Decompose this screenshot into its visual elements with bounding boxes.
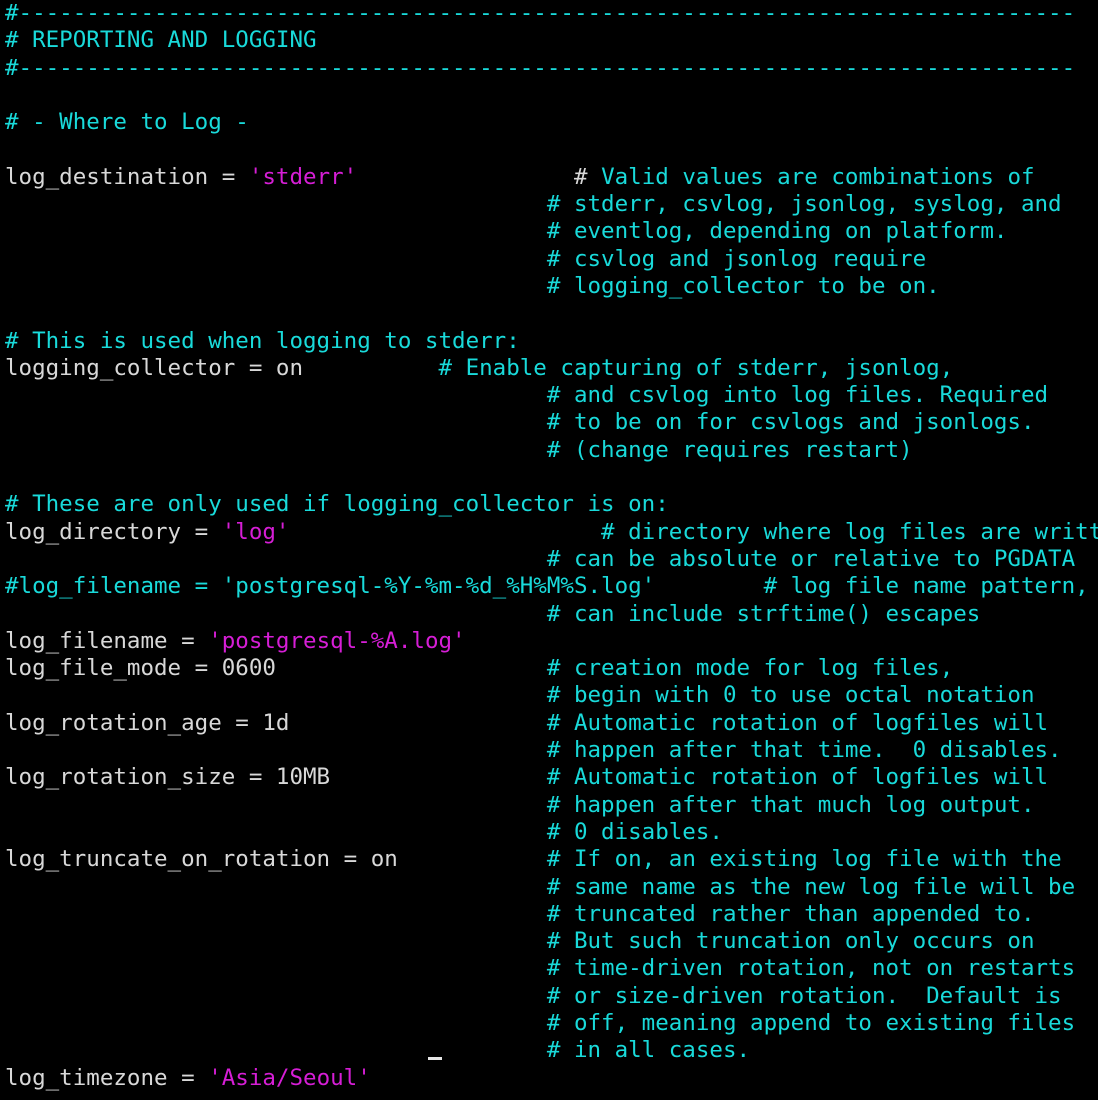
line-segment-comment: # Automatic rotation of logfiles will (546, 709, 1049, 736)
terminal-editor[interactable]: #---------------------------------------… (0, 0, 1098, 1100)
line-segment-string: 'stderr' (248, 163, 358, 190)
terminal-line: log_filename = 'postgresql-%A.log' (5, 628, 1098, 655)
line-segment-comment: # and csvlog into log files. Required (5, 382, 1049, 409)
line-segment-comment: # 0 disables. (5, 818, 723, 845)
line-segment-comment: # can be absolute or relative to PGDATA (5, 545, 1076, 572)
line-segment-comment: # Enable capturing of stderr, jsonlog, (438, 354, 954, 381)
line-segment-text: # (357, 163, 602, 190)
terminal-line: #log_filename = 'postgresql-%Y-%m-%d_%H%… (5, 573, 1098, 600)
line-segment-comment: # same name as the new log file will be (5, 873, 1076, 900)
terminal-line: # happen after that time. 0 disables. (5, 737, 1098, 764)
line-segment-comment: # to be on for csvlogs and jsonlogs. (5, 409, 1035, 436)
line-segment-comment: # off, meaning append to existing files (5, 1009, 1076, 1036)
line-segment-comment: Valid values are combinations of (601, 163, 1035, 190)
terminal-line: # in all cases. (5, 1037, 1098, 1064)
line-segment-text: log_filename = (5, 627, 209, 654)
line-segment-text: log_directory = (5, 518, 222, 545)
terminal-line: # off, meaning append to existing files (5, 1010, 1098, 1037)
line-segment-comment: # directory where log files are written, (601, 518, 1098, 545)
line-segment-comment: #---------------------------------------… (5, 54, 1076, 81)
line-segment-comment: # time-driven rotation, not on restarts (5, 955, 1076, 982)
terminal-line: # same name as the new log file will be (5, 874, 1098, 901)
terminal-line: # csvlog and jsonlog require (5, 246, 1098, 273)
line-segment-text: log_truncate_on_rotation = on (5, 846, 547, 873)
terminal-line: log_rotation_size = 10MB # Automatic rot… (5, 764, 1098, 791)
line-segment-comment: # begin with 0 to use octal notation (5, 682, 1035, 709)
line-segment-comment: # But such truncation only occurs on (5, 928, 1035, 955)
terminal-line: log_destination = 'stderr' # Valid value… (5, 164, 1098, 191)
line-segment-comment: # Automatic rotation of logfiles will (546, 764, 1049, 791)
line-segment-text: log_rotation_age = 1d (5, 709, 547, 736)
line-segment-comment: # csvlog and jsonlog require (5, 245, 927, 272)
terminal-line: #---------------------------------------… (5, 55, 1098, 82)
text-cursor (428, 1057, 442, 1060)
line-segment-string: 'log' (221, 518, 290, 545)
terminal-line: # logging_collector to be on. (5, 273, 1098, 300)
terminal-line: # time-driven rotation, not on restarts (5, 955, 1098, 982)
terminal-line: # or size-driven rotation. Default is (5, 983, 1098, 1010)
terminal-line: logging_collector = on # Enable capturin… (5, 355, 1098, 382)
line-segment-comment: # creation mode for log files, (546, 655, 954, 682)
line-segment-text: logging_collector = on (5, 354, 439, 381)
terminal-line: log_directory = 'log' # directory where … (5, 519, 1098, 546)
terminal-line: log_timezone = 'Asia/Seoul' (5, 1065, 1098, 1092)
terminal-line: # eventlog, depending on platform. (5, 218, 1098, 245)
terminal-line: # But such truncation only occurs on (5, 928, 1098, 955)
terminal-line: log_file_mode = 0600 # creation mode for… (5, 655, 1098, 682)
terminal-line: # begin with 0 to use octal notation (5, 682, 1098, 709)
terminal-line: # can be absolute or relative to PGDATA (5, 546, 1098, 573)
line-segment-comment: # These are only used if logging_collect… (5, 491, 669, 518)
line-segment-comment: # in all cases. (5, 1037, 751, 1064)
terminal-line: log_truncate_on_rotation = on # If on, a… (5, 846, 1098, 873)
line-segment-comment: # This is used when logging to stderr: (5, 327, 520, 354)
line-segment-text: log_destination = (5, 163, 249, 190)
line-segment-comment: # REPORTING AND LOGGING (5, 27, 317, 54)
line-segment-text: log_rotation_size = 10MB (5, 764, 547, 791)
terminal-line: #---------------------------------------… (5, 0, 1098, 27)
terminal-line: # - Where to Log - (5, 109, 1098, 136)
line-segment-comment: # truncated rather than appended to. (5, 900, 1035, 927)
line-segment-comment: #log_filename = 'postgresql-%Y-%m-%d_%H%… (5, 573, 1089, 600)
line-segment-string: 'Asia/Seoul' (208, 1064, 371, 1091)
terminal-line: # truncated rather than appended to. (5, 901, 1098, 928)
line-segment-comment: # stderr, csvlog, jsonlog, syslog, and (5, 191, 1062, 218)
terminal-line: # (change requires restart) (5, 437, 1098, 464)
terminal-line: # and csvlog into log files. Required (5, 382, 1098, 409)
terminal-line: # 0 disables. (5, 819, 1098, 846)
terminal-line: # stderr, csvlog, jsonlog, syslog, and (5, 191, 1098, 218)
line-segment-comment: # happen after that time. 0 disables. (5, 737, 1062, 764)
terminal-line: # can include strftime() escapes (5, 601, 1098, 628)
terminal-line: # These are only used if logging_collect… (5, 491, 1098, 518)
line-segment-comment: # If on, an existing log file with the (546, 846, 1062, 873)
terminal-line: log_rotation_age = 1d # Automatic rotati… (5, 710, 1098, 737)
terminal-line: # happen after that much log output. (5, 792, 1098, 819)
line-segment-comment: # - Where to Log - (5, 109, 249, 136)
terminal-line: # to be on for csvlogs and jsonlogs. (5, 409, 1098, 436)
line-segment-text: log_timezone = (5, 1064, 209, 1091)
line-segment-comment: # or size-driven rotation. Default is (5, 982, 1062, 1009)
line-segment-comment: # (change requires restart) (5, 436, 913, 463)
line-segment-comment: # happen after that much log output. (5, 791, 1035, 818)
line-segment-text: log_file_mode = 0600 (5, 655, 547, 682)
terminal-line: # REPORTING AND LOGGING (5, 27, 1098, 54)
line-segment-string: 'postgresql-%A.log' (208, 627, 466, 654)
terminal-line: # This is used when logging to stderr: (5, 328, 1098, 355)
line-segment-comment: # can include strftime() escapes (5, 600, 981, 627)
line-segment-comment: #---------------------------------------… (5, 0, 1076, 26)
line-segment-comment: # logging_collector to be on. (5, 272, 940, 299)
line-segment-comment: # eventlog, depending on platform. (5, 218, 1008, 245)
line-segment-text (289, 519, 601, 545)
